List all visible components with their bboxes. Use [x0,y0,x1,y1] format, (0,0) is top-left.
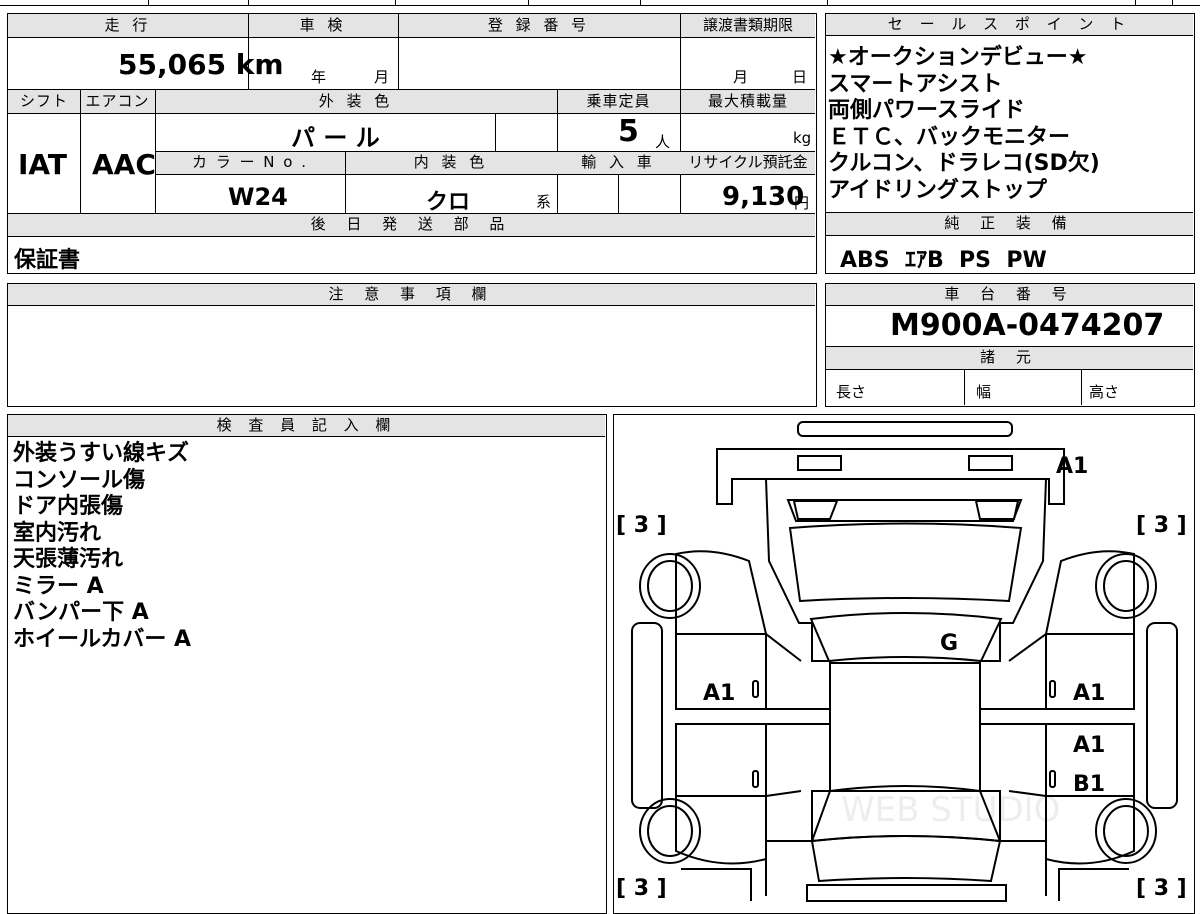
sales-points-label: セ ー ル ス ポ イ ン ト [826,14,1193,36]
interior-color-value: クロ [426,190,471,215]
recycle-fee-label: リサイクル預託金 [688,153,808,171]
body-outline [750,478,1048,896]
sales-point-item: ★オークションデビュー★ [828,45,1088,70]
mark-right-rear-lower: B1 [1073,772,1105,797]
inspection-year-unit: 年 [311,68,327,86]
shift-value: IAT [18,148,68,181]
interior-series-unit: 系 [536,193,552,211]
inspector-note-item: コンソール傷 [13,467,146,493]
capacity-label: 乗車定員 [586,92,651,110]
exterior-color-label: 外 装 色 [318,92,394,110]
hood-panel [810,835,1002,883]
genuine-equipment-value: ABS ｴｱB PS PW [840,248,1047,273]
inspector-note-item: ホイールカバー A [13,626,192,652]
mark-left-front-door: A1 [703,681,735,706]
genuine-equipment-label: 純 正 装 備 [944,214,1075,232]
sales-point-item: クルコン、ドラレコ(SD欠) [828,151,1100,176]
later-parts-label: 後 日 発 送 部 品 [310,215,513,233]
chassis-no-label: 車 台 番 号 [826,284,1193,306]
inspector-note-item: ミラー A [13,573,104,599]
right-rocker [1146,622,1178,809]
sales-point-item: 両側パワースライド [828,98,1025,123]
capacity-value: 5 [618,114,639,149]
aircon-value: AAC [92,148,156,181]
inspection-month-unit: 月 [374,68,390,86]
later-parts-value: 保証書 [14,248,81,273]
sales-point-item: ＥＴＣ、バックモニター [828,124,1071,150]
length-label: 長さ [836,383,867,401]
inspection-label: 車 検 [299,16,347,34]
chassis-specs-box: 車 台 番 号 M900A-0474207 諸 元 長さ 幅 高さ [825,283,1195,407]
mark-right-rear-upper: A1 [1073,733,1105,758]
exterior-color-value: パ ー ル [291,124,380,152]
recycle-fee-unit: 円 [794,194,810,212]
windshield [809,612,1003,663]
mileage-value: 55,065 km [118,48,284,81]
interior-color-label: 内 装 色 [413,153,489,171]
cabin-panel [829,662,981,792]
spoiler-shape [797,421,1013,437]
rear-glass-right [974,500,1020,520]
sales-point-item: アイドリングストップ [828,177,1047,203]
recycle-fee-value: 9,130 [722,182,805,212]
inspector-note-item: バンパー下 A [13,600,149,625]
left-rocker [631,622,663,809]
roof-panel [788,522,1023,603]
inspector-notes-box: 検 査 員 記 入 欄 外装うすい線キズ コンソール傷 ドア内張傷 室内汚れ 天… [7,414,607,914]
inspector-notes-list: 外装うすい線キズ コンソール傷 ドア内張傷 室内汚れ 天張薄汚れ ミラー A バ… [13,441,191,653]
inspector-note-item: 室内汚れ [13,520,102,546]
shift-label: シフト [19,92,68,110]
mileage-label: 走 行 [104,16,152,34]
front-bumper-shape [806,884,1007,902]
notes-label: 注 意 事 項 欄 [8,284,815,306]
tire-label-front-right: [ 3 ] [1136,876,1187,901]
rear-glass-left [792,500,839,520]
color-no-value: W24 [228,183,288,211]
deadline-month-unit: 月 [733,68,749,86]
mark-front-right: A1 [1056,454,1088,479]
tire-label-rear-left: [ 3 ] [616,513,667,538]
sales-points-box: セ ー ル ス ポ イ ン ト ★オークションデビュー★ スマートアシスト 両側… [825,13,1195,274]
tire-label-rear-right: [ 3 ] [1136,513,1187,538]
sales-points-list: ★オークションデビュー★ スマートアシスト 両側パワースライド ＥＴＣ、バックモ… [828,45,1100,204]
top-clipped-edge [0,0,1200,6]
import-car-label: 輸 入 車 [581,153,656,171]
rear-glass [786,499,1023,522]
color-no-label: カ ラ ー N o . [191,153,308,171]
aircon-label: エアコン [85,92,150,110]
registration-no-label: 登 録 番 号 [487,16,591,34]
max-load-unit: kg [793,129,812,147]
inspector-note-item: 天張薄汚れ [13,547,124,572]
inspector-label: 検 査 員 記 入 欄 [8,415,605,437]
watermark: WEB STUDIO [841,790,1060,830]
width-label: 幅 [976,383,992,401]
tire-label-front-left: [ 3 ] [616,876,667,901]
vehicle-diagram-box: WEB STUDIO [ 3 ] [ 3 ] [ 3 ] [ 3 ] A1 G … [613,414,1195,914]
vehicle-info-table: 走 行 車 検 登 録 番 号 譲渡書類期限 55,065 km 年 月 月 日… [7,13,817,274]
rear-light-right [968,455,1013,471]
notes-box: 注 意 事 項 欄 [7,283,817,407]
car-diagram: WEB STUDIO [ 3 ] [ 3 ] [ 3 ] [ 3 ] A1 G … [616,421,1187,902]
inspector-note-item: 外装うすい線キズ [13,441,190,466]
sales-point-item: スマートアシスト [828,71,1003,97]
mark-right-front-door: A1 [1073,681,1105,706]
inspector-note-item: ドア内張傷 [13,494,124,519]
height-label: 高さ [1089,383,1120,401]
transfer-doc-deadline-label: 譲渡書類期限 [702,16,793,34]
deadline-day-unit: 日 [792,68,808,86]
max-load-label: 最大積載量 [707,92,788,110]
mark-roof: G [940,631,958,656]
capacity-unit: 人 [655,133,671,151]
rear-light-left [797,455,842,471]
chassis-no-value: M900A-0474207 [890,308,1165,343]
specs-label: 諸 元 [980,348,1039,366]
